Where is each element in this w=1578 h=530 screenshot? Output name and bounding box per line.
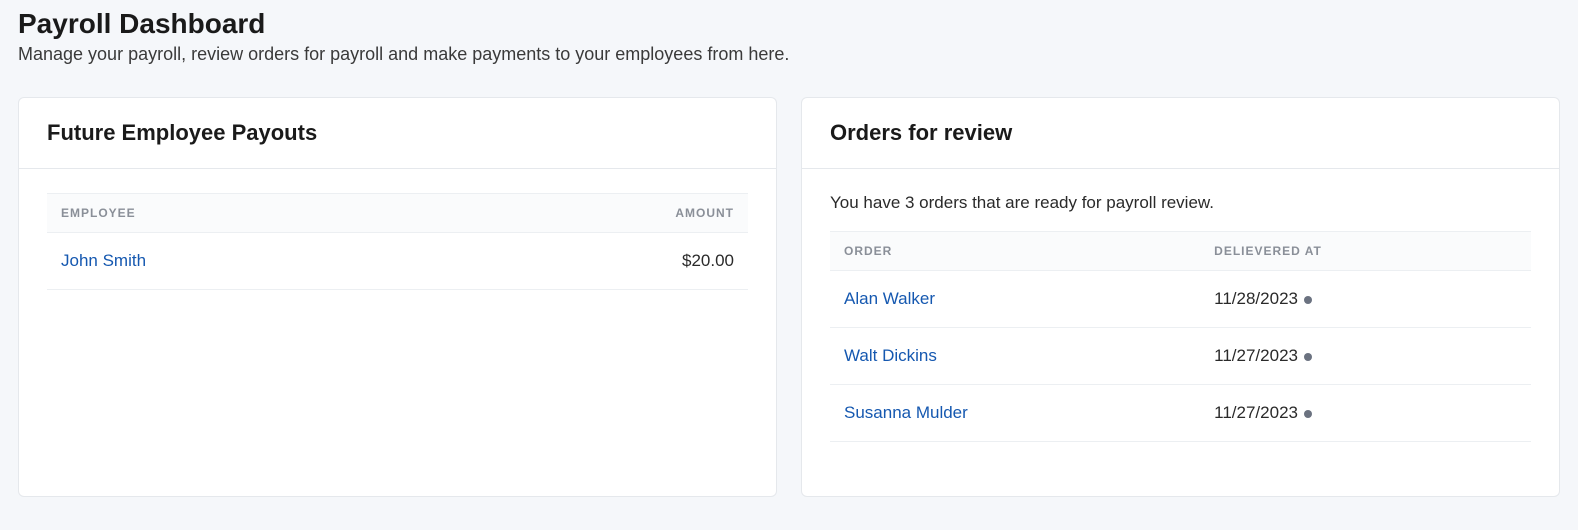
delivered-date: 11/27/2023 bbox=[1200, 328, 1531, 385]
orders-review-title: Orders for review bbox=[830, 120, 1531, 146]
reviews-table: Order Delievered at Alan Walker 11/28/202… bbox=[830, 231, 1531, 442]
future-payouts-title: Future Employee Payouts bbox=[47, 120, 748, 146]
card-header: Future Employee Payouts bbox=[19, 98, 776, 169]
cards-container: Future Employee Payouts Employee Amount … bbox=[18, 97, 1560, 497]
reviews-col-order: Order bbox=[830, 232, 1200, 271]
status-dot-icon bbox=[1304, 410, 1312, 418]
employee-link[interactable]: John Smith bbox=[61, 251, 146, 270]
page-title: Payroll Dashboard bbox=[18, 8, 1560, 40]
payout-amount: $20.00 bbox=[444, 233, 748, 290]
reviews-col-delivered: Delievered at bbox=[1200, 232, 1531, 271]
payouts-table: Employee Amount John Smith $20.00 bbox=[47, 193, 748, 290]
future-payouts-card: Future Employee Payouts Employee Amount … bbox=[18, 97, 777, 497]
page-subtitle: Manage your payroll, review orders for p… bbox=[18, 44, 1560, 65]
payouts-col-employee: Employee bbox=[47, 194, 444, 233]
delivered-date: 11/27/2023 bbox=[1200, 385, 1531, 442]
card-header: Orders for review bbox=[802, 98, 1559, 169]
order-link[interactable]: Alan Walker bbox=[844, 289, 935, 308]
table-row: Susanna Mulder 11/27/2023 bbox=[830, 385, 1531, 442]
orders-review-info: You have 3 orders that are ready for pay… bbox=[830, 193, 1531, 213]
card-body: Employee Amount John Smith $20.00 bbox=[19, 169, 776, 318]
page-header: Payroll Dashboard Manage your payroll, r… bbox=[18, 8, 1560, 65]
order-link[interactable]: Walt Dickins bbox=[844, 346, 937, 365]
delivered-date: 11/28/2023 bbox=[1200, 271, 1531, 328]
payouts-col-amount: Amount bbox=[444, 194, 748, 233]
table-row: Alan Walker 11/28/2023 bbox=[830, 271, 1531, 328]
table-row: Walt Dickins 11/27/2023 bbox=[830, 328, 1531, 385]
status-dot-icon bbox=[1304, 296, 1312, 304]
card-body: You have 3 orders that are ready for pay… bbox=[802, 169, 1559, 470]
table-row: John Smith $20.00 bbox=[47, 233, 748, 290]
status-dot-icon bbox=[1304, 353, 1312, 361]
order-link[interactable]: Susanna Mulder bbox=[844, 403, 968, 422]
orders-review-card: Orders for review You have 3 orders that… bbox=[801, 97, 1560, 497]
